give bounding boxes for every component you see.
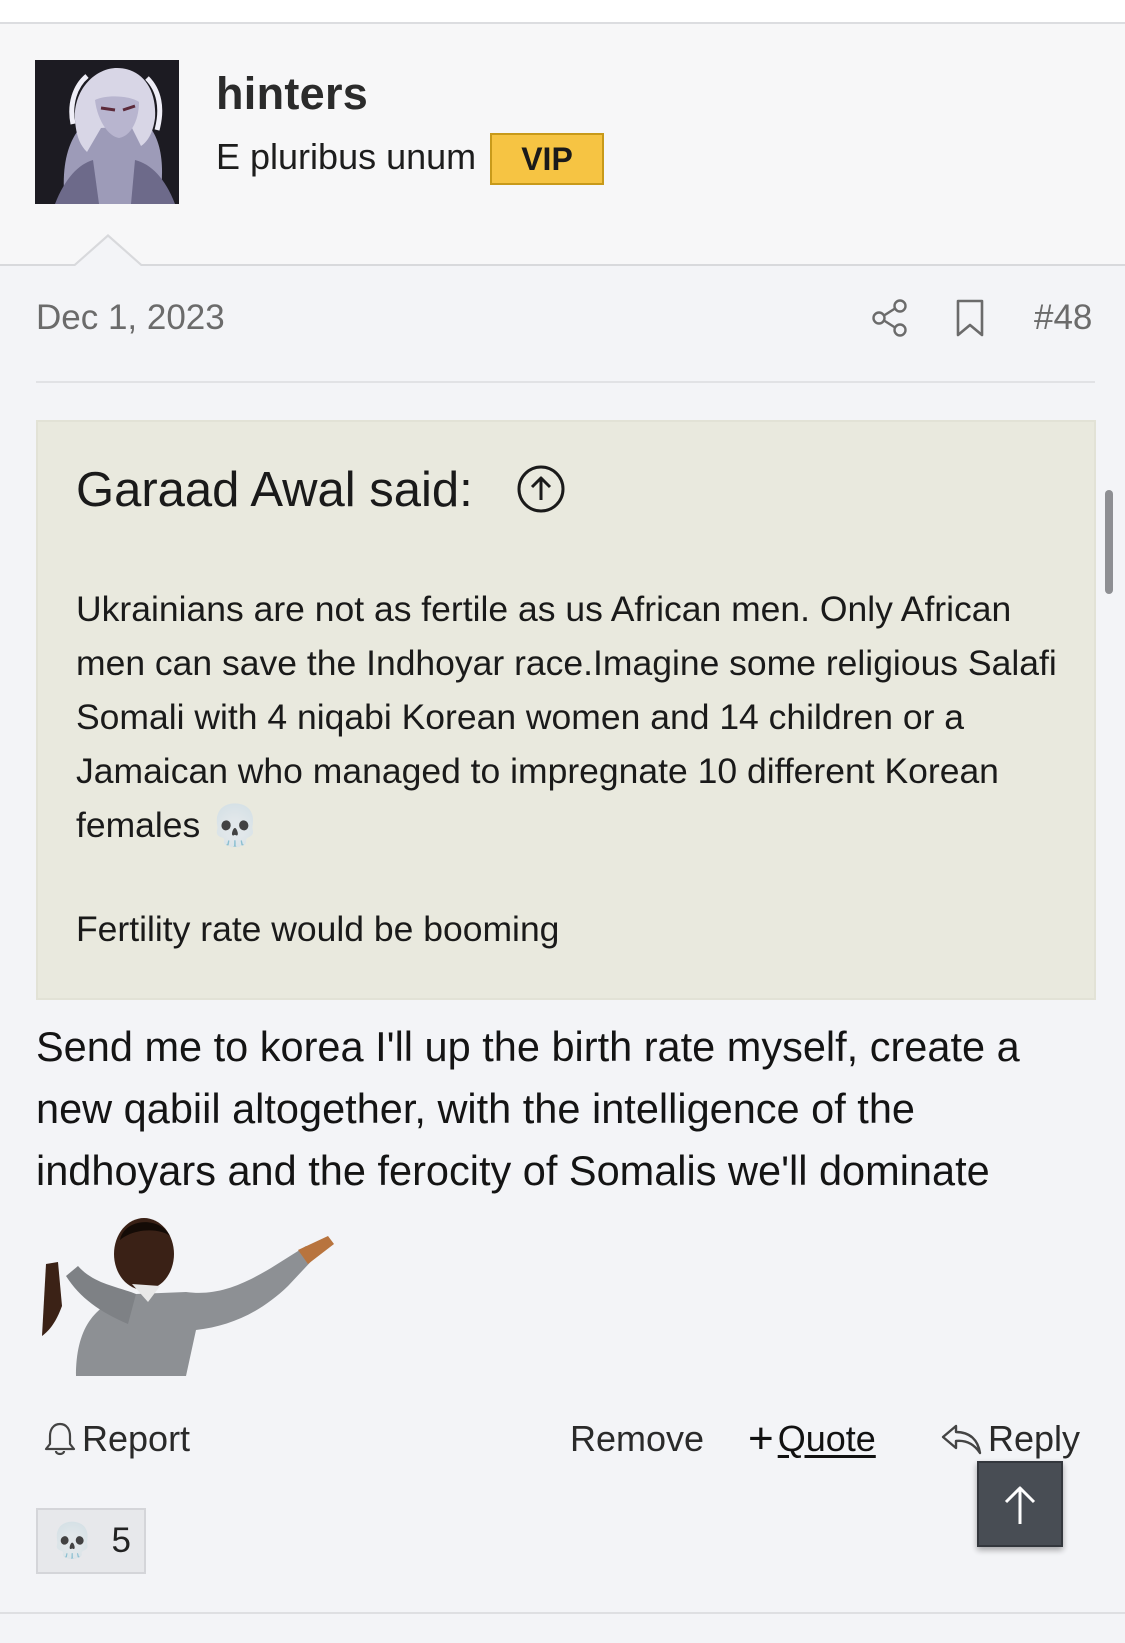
post-user-header: hinters E pluribus unum VIP [0,24,1125,267]
quote-text: Ukrainians are not as fertile as us Afri… [76,582,1066,853]
post-date[interactable]: Dec 1, 2023 [36,298,225,338]
avatar-image [35,60,179,204]
quote-author[interactable]: Garaad Awal said: [76,462,473,518]
avatar[interactable] [35,60,179,204]
post-message: Send me to korea I'll up the birth rate … [36,1023,1020,1194]
scrollbar-thumb[interactable] [1105,490,1113,594]
report-button[interactable]: Report [42,1418,190,1460]
vip-badge: VIP [490,133,604,185]
quote-label: Quote [777,1418,876,1459]
quote-button[interactable]: + Quote [748,1414,876,1463]
username[interactable]: hinters [216,68,368,120]
bell-icon [44,1422,76,1456]
reaction-count: 5 [111,1521,131,1560]
top-bar [0,0,1125,24]
remove-button[interactable]: Remove [570,1418,704,1460]
reply-icon [941,1424,982,1455]
bookmark-icon[interactable] [953,298,987,338]
meta-divider [36,381,1095,383]
quote-text-line-2: Fertility rate would be booming [76,909,560,949]
header-notch-fill [74,237,142,267]
reaction-summary[interactable]: 💀 5 [36,1508,146,1574]
reply-label: Reply [988,1418,1081,1459]
next-post-edge [0,1614,1125,1643]
plus-icon: + [748,1414,774,1463]
meme-image[interactable] [36,1206,336,1376]
arrow-up-icon [1004,1486,1036,1524]
quote-block: Garaad Awal said: Ukrainians are not as … [36,420,1096,1000]
skull-emoji: 💀 [210,804,261,848]
scroll-to-top-button[interactable] [977,1461,1063,1547]
arrow-up-circle-icon[interactable] [515,463,567,515]
reply-button[interactable]: Reply [940,1418,1080,1460]
skull-reaction-icon: 💀 [51,1522,94,1560]
user-title: E pluribus unum [216,136,477,177]
share-icon[interactable] [870,298,910,338]
report-label: Report [82,1418,191,1459]
post-body: Dec 1, 2023 #48 Garaad Awal said: Ukrain… [0,266,1125,1612]
post-number[interactable]: #48 [1034,298,1092,338]
